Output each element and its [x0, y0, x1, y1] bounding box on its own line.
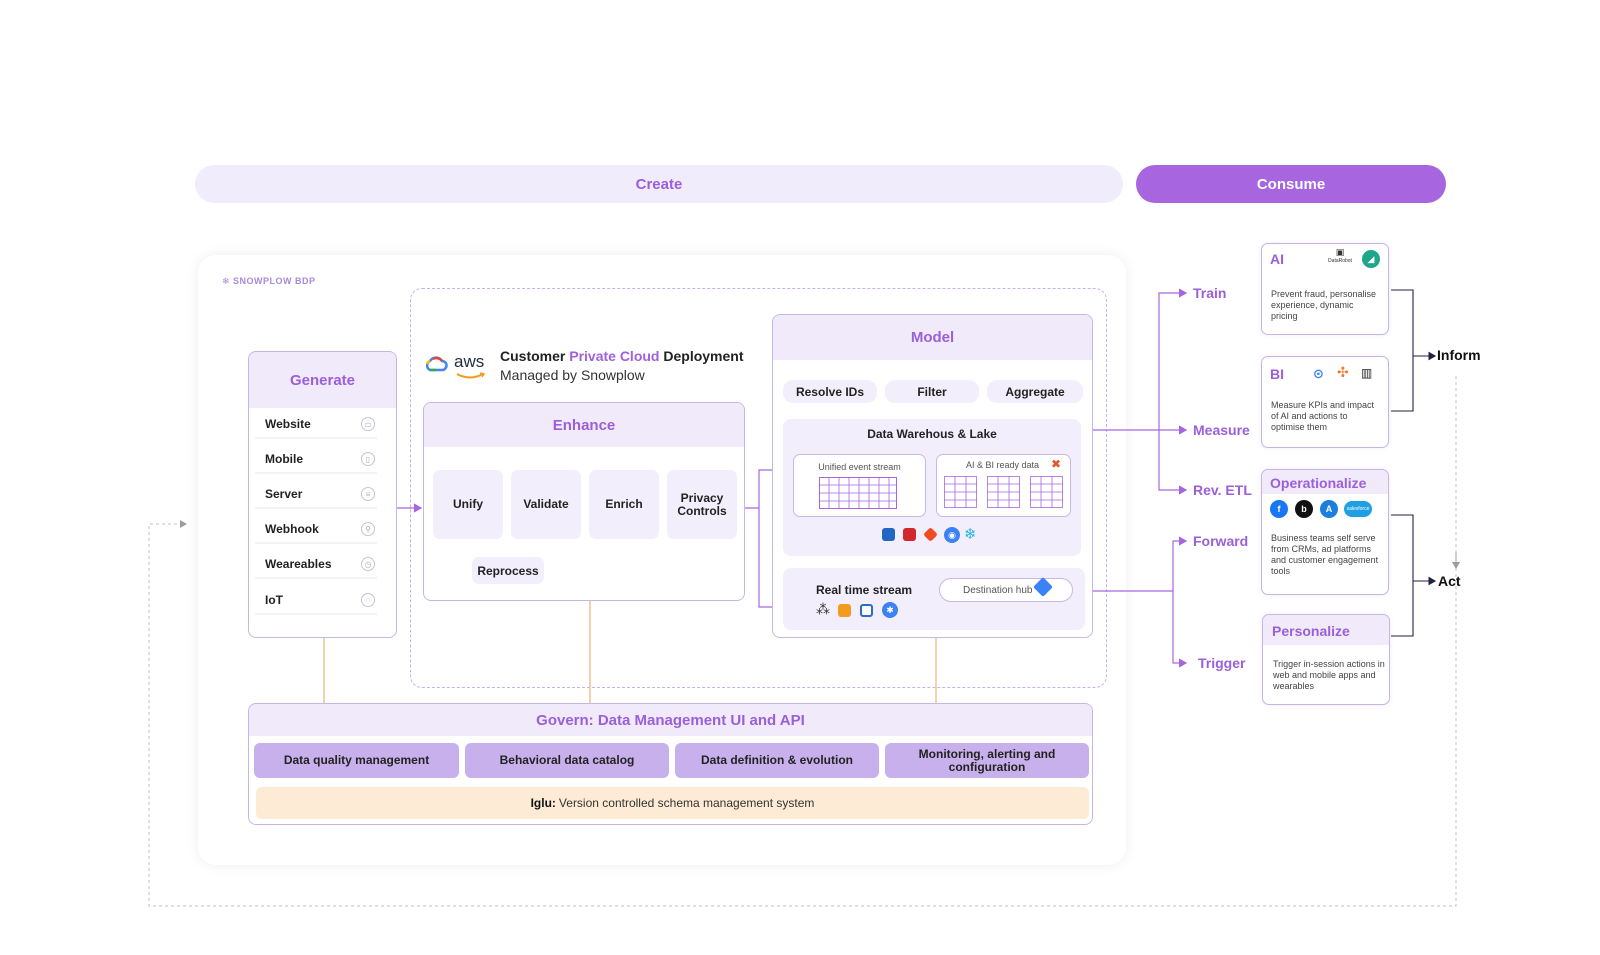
- generate-item-iot: IoT ◌: [255, 587, 377, 615]
- generate-header: Generate: [249, 352, 396, 408]
- generate-item-mobile: Mobile ▯: [255, 446, 377, 474]
- govern-item-behavioral-catalog: Behavioral data catalog: [465, 743, 669, 778]
- personalize-card-description: Trigger in-session actions in web and mo…: [1273, 659, 1385, 691]
- op-aggregate: Aggregate: [987, 380, 1083, 403]
- google-cloud-icon: [425, 356, 448, 372]
- measure-label: Measure: [1193, 422, 1250, 438]
- snowflake-icon: ❄: [964, 526, 977, 543]
- govern-title: Govern: Data Management UI and API: [536, 711, 805, 729]
- forward-label: Forward: [1193, 533, 1249, 549]
- dbt-icon: ✖: [1051, 457, 1062, 471]
- aws-logo-text: aws: [454, 352, 485, 371]
- inform-label: Inform: [1437, 347, 1481, 363]
- model-header: Model: [773, 315, 1092, 360]
- datarobot-logo: ▣ DataRobot: [1326, 247, 1354, 264]
- s3-icon: [903, 528, 916, 541]
- reprocess-step: Reprocess: [472, 557, 544, 584]
- generate-item-label: Webhook: [265, 522, 319, 536]
- iglu-label: Iglu:: [530, 796, 556, 810]
- op-filter: Filter: [885, 380, 979, 403]
- kafka-icon: ⁂: [816, 601, 830, 617]
- step-unify: Unify: [433, 470, 503, 539]
- aws-smile-icon: [456, 372, 486, 379]
- pubsub-icon: ✱: [882, 602, 898, 618]
- ai-bi-ready-label: AI & BI ready data: [966, 460, 1040, 470]
- data-warehouse-title: Data Warehous & Lake: [867, 427, 997, 441]
- trigger-label: Trigger: [1198, 655, 1246, 671]
- kinesis-icon: [838, 604, 851, 617]
- browser-icon: ▭: [361, 417, 375, 431]
- deployment-subtitle: Managed by Snowplow: [500, 367, 645, 383]
- step-privacy-controls: Privacy Controls: [667, 470, 737, 539]
- iot-icon: ◌: [361, 593, 375, 607]
- braze-icon: b: [1295, 500, 1313, 518]
- enhance-header: Enhance: [424, 403, 744, 447]
- app-store-icon: A: [1320, 500, 1338, 518]
- step-enrich: Enrich: [589, 470, 659, 539]
- looker-icon: ⊙: [1313, 366, 1324, 381]
- tableau-icon: ✣: [1337, 364, 1349, 380]
- govern-item-data-quality: Data quality management: [254, 743, 459, 778]
- unified-event-stream-label: Unified event stream: [818, 462, 901, 472]
- operationalize-card-description: Business teams self serve from CRMs, ad …: [1271, 533, 1379, 576]
- enhance-title: Enhance: [552, 416, 616, 434]
- deployment-title-highlight: Private Cloud: [569, 348, 660, 364]
- rev-etl-label: Rev. ETL: [1193, 482, 1252, 498]
- deployment-title: Customer Private Cloud Deployment: [500, 348, 744, 364]
- generate-item-label: Server: [265, 487, 303, 501]
- webhook-icon: ⚲: [361, 522, 375, 536]
- personalize-card-title: Personalize: [1272, 623, 1350, 639]
- deployment-title-prefix: Customer: [500, 348, 570, 364]
- powerbi-icon: ▥: [1361, 366, 1373, 380]
- generate-item-webhook: Webhook ⚲: [255, 516, 377, 544]
- datarobot-icon: ▣: [1335, 247, 1345, 257]
- ai-card-title: AI: [1270, 251, 1284, 267]
- generate-item-label: Website: [265, 417, 311, 431]
- train-label: Train: [1193, 285, 1227, 301]
- redshift-icon: [882, 528, 895, 541]
- aws-logo: aws: [454, 352, 484, 372]
- server-icon: ≡: [361, 487, 375, 501]
- ai-card-description: Prevent fraud, personalise experience, d…: [1271, 289, 1377, 321]
- govern-item-data-definition: Data definition & evolution: [675, 743, 879, 778]
- event-hubs-icon: [860, 604, 873, 617]
- generate-item-label: Mobile: [265, 452, 303, 466]
- govern-header: Govern: Data Management UI and API: [249, 704, 1092, 736]
- table-grid-icon: [819, 477, 897, 509]
- deployment-title-suffix: Deployment: [659, 348, 744, 364]
- generate-title: Generate: [289, 371, 356, 389]
- destination-hub-label: Destination hub: [963, 584, 1033, 596]
- bi-card-title: BI: [1270, 366, 1284, 382]
- generate-item-website: Website ▭: [255, 411, 377, 439]
- op-resolve-ids: Resolve IDs: [783, 380, 877, 403]
- destination-hub: Destination hub: [939, 578, 1073, 602]
- bi-card-description: Measure KPIs and impact of AI and action…: [1271, 400, 1375, 432]
- generate-item-label: IoT: [265, 593, 283, 607]
- generate-item-server: Server ≡: [255, 481, 377, 509]
- watch-icon: ◷: [361, 557, 375, 571]
- salesforce-icon: salesforce: [1344, 501, 1372, 517]
- facebook-icon: f: [1270, 500, 1288, 518]
- sagemaker-icon: ◢: [1362, 250, 1380, 268]
- generate-item-label: Weareables: [265, 557, 332, 571]
- act-label: Act: [1438, 573, 1461, 589]
- govern-item-monitoring: Monitoring, alerting and configuration: [885, 743, 1089, 778]
- mobile-icon: ▯: [361, 452, 375, 466]
- salesforce-logo-text: salesforce: [1346, 506, 1370, 512]
- bigquery-icon: ◉: [944, 527, 960, 543]
- real-time-stream-title: Real time stream: [816, 583, 913, 597]
- ready-tables-icon: [944, 476, 1063, 508]
- iglu-bar: Iglu: Version controlled schema managemen…: [256, 787, 1089, 819]
- datarobot-logo-text: DataRobot: [1328, 258, 1352, 264]
- iglu-description: Version controlled schema management sys…: [558, 796, 815, 810]
- model-title: Model: [910, 329, 955, 346]
- generate-item-wearables: Weareables ◷: [255, 551, 377, 579]
- operationalize-card-title: Operationalize: [1270, 475, 1367, 491]
- step-validate: Validate: [511, 470, 581, 539]
